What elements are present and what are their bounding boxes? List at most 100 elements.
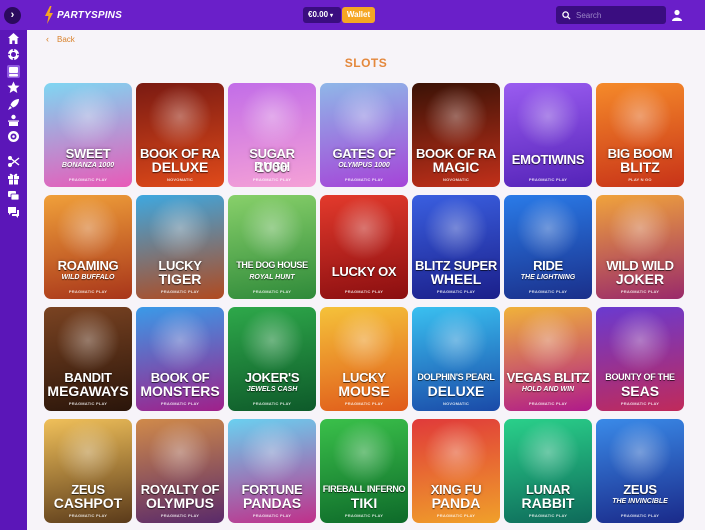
search-input[interactable] — [576, 10, 666, 20]
brand-name: PARTYSPINS — [57, 9, 122, 21]
game-subtitle: TIKI — [350, 495, 378, 511]
game-tile[interactable]: GATES OF OLYMPUS 1000 PRAGMATIC PLAY — [320, 83, 408, 187]
game-tile[interactable]: BIG BOOM BLITZ PLAY N GO — [596, 83, 684, 187]
game-title: ZEUS — [623, 482, 657, 497]
game-provider: PRAGMATIC PLAY — [344, 513, 384, 518]
game-title: RIDE — [533, 258, 563, 273]
game-provider: PRAGMATIC PLAY — [160, 401, 200, 406]
game-subtitle: THE LIGHTNING — [520, 274, 576, 281]
game-title: GATES OF — [332, 146, 396, 161]
game-artwork — [596, 419, 684, 523]
brand-logo[interactable]: PARTYSPINS — [44, 6, 122, 24]
balance-value: €0.00 — [308, 10, 329, 19]
game-tile[interactable]: ROAMING WILD BUFFALO PRAGMATIC PLAY — [44, 195, 132, 299]
game-subtitle: OLYMPUS — [146, 495, 214, 511]
game-tile[interactable]: DOLPHIN'S PEARL DELUXE NOVOMATIC — [412, 307, 500, 411]
game-tile[interactable]: BLITZ SUPER WHEEL PRAGMATIC PLAY — [412, 195, 500, 299]
game-tile[interactable]: BOOK OF MONSTERS PRAGMATIC PLAY — [136, 307, 224, 411]
game-title: EMOTIWINS — [511, 152, 585, 167]
vip-icon[interactable] — [7, 189, 20, 202]
game-tile[interactable]: WILD WILD JOKER PRAGMATIC PLAY — [596, 195, 684, 299]
game-provider: PRAGMATIC PLAY — [252, 401, 292, 406]
rocket-icon[interactable] — [7, 98, 20, 111]
game-provider: PRAGMATIC PLAY — [344, 401, 384, 406]
game-tile[interactable]: LUCKY TIGER PRAGMATIC PLAY — [136, 195, 224, 299]
game-tile[interactable]: ROYALTY OF OLYMPUS PRAGMATIC PLAY — [136, 419, 224, 523]
game-subtitle: BLITZ — [620, 159, 660, 175]
bingo-icon[interactable] — [7, 130, 20, 143]
game-title: SWEET — [65, 146, 111, 161]
game-tile[interactable]: LUCKY OX PRAGMATIC PLAY — [320, 195, 408, 299]
game-tile[interactable]: BOOK OF RA DELUXE NOVOMATIC — [136, 83, 224, 187]
game-tile[interactable]: BOOK OF RA MAGIC NOVOMATIC — [412, 83, 500, 187]
game-subtitle: WHEEL — [430, 271, 482, 287]
search-icon — [562, 10, 571, 20]
game-subtitle: PANDA — [431, 495, 481, 511]
star-icon[interactable] — [7, 81, 20, 94]
game-tile[interactable]: BOUNTY OF THE SEAS PRAGMATIC PLAY — [596, 307, 684, 411]
gift-icon[interactable] — [7, 172, 20, 185]
home-icon[interactable] — [7, 32, 20, 45]
slots-icon[interactable] — [7, 65, 20, 78]
game-subtitle: RABBIT — [521, 495, 575, 511]
live-casino-icon[interactable] — [7, 114, 20, 127]
game-tile[interactable]: BANDIT MEGAWAYS PRAGMATIC PLAY — [44, 307, 132, 411]
game-subtitle: 1000 — [256, 159, 288, 175]
balance-display[interactable]: €0.00 ▾ — [303, 7, 341, 23]
game-subtitle: JEWELS CASH — [246, 386, 298, 393]
game-provider: NOVOMATIC — [443, 401, 469, 406]
chat-icon[interactable] — [7, 206, 20, 219]
game-tile[interactable]: THE DOG HOUSE ROYAL HUNT PRAGMATIC PLAY — [228, 195, 316, 299]
game-artwork — [320, 83, 408, 187]
game-subtitle: THE INVINCIBLE — [612, 498, 668, 505]
game-tile[interactable]: LUCKY MOUSE PRAGMATIC PLAY — [320, 307, 408, 411]
game-title: ROAMING — [57, 258, 119, 273]
game-artwork — [504, 195, 592, 299]
chevron-down-icon: ▾ — [330, 13, 334, 19]
game-provider: PRAGMATIC PLAY — [436, 513, 476, 518]
wallet-button[interactable]: Wallet — [342, 7, 375, 23]
game-provider: PRAGMATIC PLAY — [620, 513, 660, 518]
game-provider: NOVOMATIC — [167, 177, 193, 182]
game-artwork — [504, 83, 592, 187]
game-tile[interactable]: FIREBALL INFERNO TIKI PRAGMATIC PLAY — [320, 419, 408, 523]
game-provider: PRAGMATIC PLAY — [344, 289, 384, 294]
game-tile[interactable]: XING FU PANDA PRAGMATIC PLAY — [412, 419, 500, 523]
game-provider: PRAGMATIC PLAY — [68, 401, 108, 406]
game-tile[interactable]: SWEET BONANZA 1000 PRAGMATIC PLAY — [44, 83, 132, 187]
game-provider: PRAGMATIC PLAY — [68, 513, 108, 518]
game-subtitle: MOUSE — [338, 383, 390, 399]
menu-toggle-button[interactable]: › — [4, 7, 21, 24]
game-provider: PRAGMATIC PLAY — [528, 289, 568, 294]
game-subtitle: MONSTERS — [140, 383, 220, 399]
game-subtitle: WILD BUFFALO — [61, 274, 115, 281]
bolt-icon — [45, 6, 53, 24]
game-title: JOKER'S — [244, 370, 300, 385]
game-artwork — [44, 83, 132, 187]
top-bar: › PARTYSPINS €0.00 ▾ Wallet — [0, 0, 705, 30]
user-icon[interactable] — [671, 9, 683, 21]
game-provider: PRAGMATIC PLAY — [344, 177, 384, 182]
promotions-icon[interactable] — [7, 155, 20, 168]
search-box[interactable] — [556, 6, 666, 24]
game-tile[interactable]: RIDE THE LIGHTNING PRAGMATIC PLAY — [504, 195, 592, 299]
game-tile[interactable]: ZEUS THE INVINCIBLE PRAGMATIC PLAY — [596, 419, 684, 523]
game-artwork — [504, 307, 592, 411]
game-tile[interactable]: FORTUNE PANDAS PRAGMATIC PLAY — [228, 419, 316, 523]
game-tile[interactable]: ZEUS CASHPOT PRAGMATIC PLAY — [44, 419, 132, 523]
game-tile[interactable]: LUNAR RABBIT PRAGMATIC PLAY — [504, 419, 592, 523]
game-tile[interactable]: JOKER'S JEWELS CASH PRAGMATIC PLAY — [228, 307, 316, 411]
game-subtitle: BONANZA 1000 — [61, 162, 115, 169]
game-tile[interactable]: SUGAR RUSH 1000 PRAGMATIC PLAY — [228, 83, 316, 187]
back-label: Back — [57, 34, 75, 44]
casino-chip-icon[interactable] — [7, 48, 20, 61]
game-artwork — [228, 195, 316, 299]
game-provider: PRAGMATIC PLAY — [528, 177, 568, 182]
game-tile[interactable]: EMOTIWINS PRAGMATIC PLAY — [504, 83, 592, 187]
game-provider: PRAGMATIC PLAY — [620, 289, 660, 294]
game-artwork — [228, 307, 316, 411]
main-content: ‹ Back SLOTS SWEET BONANZA 1000 PRAGMATIC … — [27, 30, 705, 530]
game-provider: PRAGMATIC PLAY — [160, 289, 200, 294]
back-link[interactable]: ‹ Back — [46, 34, 75, 44]
game-tile[interactable]: VEGAS BLITZ HOLD AND WIN PRAGMATIC PLAY — [504, 307, 592, 411]
